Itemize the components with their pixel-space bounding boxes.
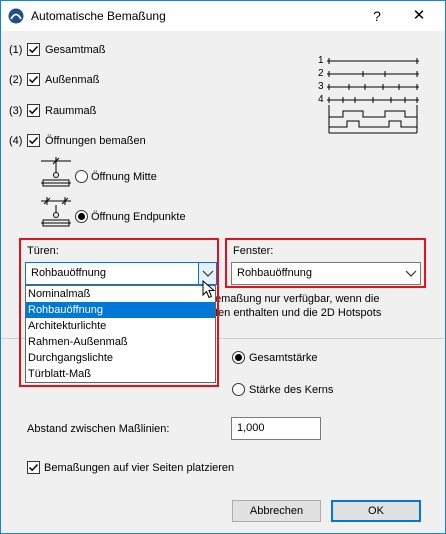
dropdown-option[interactable]: Durchgangslichte: [26, 350, 215, 366]
windows-dropdown-arrow[interactable]: [402, 263, 420, 284]
windows-dropdown[interactable]: Rohbauöffnung: [231, 262, 421, 285]
app-logo-icon: [8, 8, 24, 24]
note-line-2: ten enthalten und die 2D Hotspots: [215, 307, 382, 319]
dropdown-option[interactable]: Nominalmaß: [26, 286, 215, 302]
opening-endpoints-radio[interactable]: [75, 210, 88, 223]
opening-endpoints-label: Öffnung Endpunkte: [91, 211, 186, 223]
button-bar: Abbrechen OK: [1, 487, 445, 533]
total-thickness-label: Gesamtstärke: [249, 352, 318, 364]
dropdown-option[interactable]: Rahmen-Außenmaß: [26, 334, 215, 350]
total-dimension-label: Gesamtmaß: [45, 44, 106, 56]
openings-dimension-checkbox[interactable]: [27, 134, 40, 147]
note-line-1: emaßung nur verfügbar, wenn die: [215, 293, 380, 305]
core-thickness-label: Stärke des Kerns: [249, 384, 334, 396]
core-thickness-radio[interactable]: [232, 383, 245, 396]
chevron-down-icon: [405, 270, 417, 277]
doors-dropdown-value: Rohbauöffnung: [31, 267, 107, 279]
dropdown-option-selected[interactable]: Rohbauöffnung: [26, 302, 215, 318]
opening-center-label: Öffnung Mitte: [91, 171, 157, 183]
cancel-button[interactable]: Abbrechen: [232, 500, 321, 522]
checkmark-icon: [28, 106, 39, 115]
spacing-label: Abstand zwischen Maßlinien:: [27, 423, 170, 435]
total-thickness-radio[interactable]: [232, 351, 245, 364]
opening-center-radio[interactable]: [75, 170, 88, 183]
radio-selected-dot: [78, 213, 85, 220]
doors-label: Türen:: [27, 245, 59, 257]
dimension-preview: 1 2 3 4: [315, 55, 425, 137]
checkmark-icon: [28, 45, 39, 54]
room-dimension-checkbox[interactable]: [27, 104, 40, 117]
option-total-number: (1): [9, 44, 23, 56]
window-title: Automatische Bemaßung: [31, 9, 166, 23]
option-room-number: (3): [9, 105, 23, 117]
option-outer-number: (2): [9, 74, 23, 86]
help-button[interactable]: ?: [357, 5, 397, 27]
dimension-lines-icon: [327, 58, 419, 134]
dropdown-option[interactable]: Architekturlichte: [26, 318, 215, 334]
dialog-window: Automatische Bemaßung ? ✕ (1) Gesamtmaß …: [0, 0, 446, 534]
radio-selected-dot: [235, 354, 242, 361]
total-dimension-checkbox[interactable]: [27, 43, 40, 56]
windows-label: Fenster:: [233, 245, 274, 257]
opening-center-icon: [41, 157, 71, 187]
doors-dropdown[interactable]: Rohbauöffnung: [25, 262, 217, 285]
dropdown-option[interactable]: Türblatt-Maß: [26, 366, 215, 382]
checkmark-icon: [28, 463, 39, 472]
outer-dimension-checkbox[interactable]: [27, 73, 40, 86]
doors-dropdown-list: Nominalmaß Rohbauöffnung Architekturlich…: [25, 285, 216, 383]
windows-dropdown-value: Rohbauöffnung: [237, 267, 313, 279]
mouse-cursor-icon: [202, 280, 216, 299]
opening-endpoints-icon: [41, 197, 71, 227]
room-dimension-label: Raummaß: [45, 105, 97, 117]
option-openings-number: (4): [9, 135, 23, 147]
outer-dimension-label: Außenmaß: [45, 74, 100, 86]
four-sides-label: Bemaßungen auf vier Seiten platzieren: [44, 462, 235, 474]
spacing-input[interactable]: 1,000: [231, 417, 321, 440]
checkmark-icon: [28, 136, 39, 145]
openings-dimension-label: Öffnungen bemaßen: [45, 135, 146, 147]
checkmark-icon: [28, 75, 39, 84]
ok-button[interactable]: OK: [331, 500, 421, 522]
close-button[interactable]: ✕: [399, 5, 439, 27]
title-bar: Automatische Bemaßung ? ✕: [1, 1, 445, 31]
four-sides-checkbox[interactable]: [27, 461, 40, 474]
